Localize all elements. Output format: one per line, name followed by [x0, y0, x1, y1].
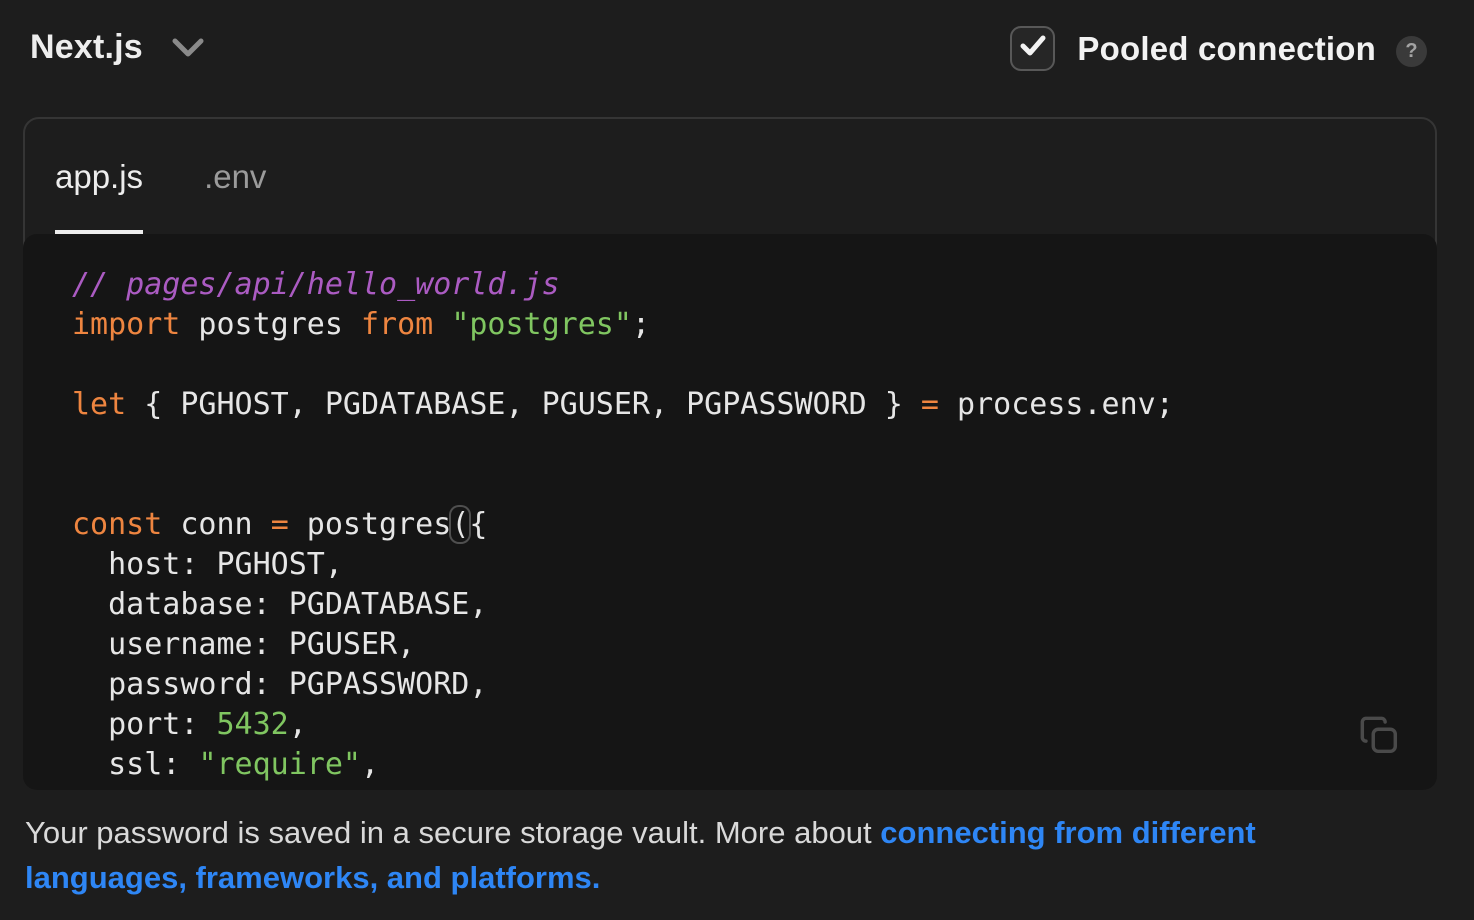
footer-text: Your password is saved in a secure stora…: [25, 815, 880, 850]
code-line: import postgres from "postgres";: [72, 305, 1437, 345]
code-panel: app.js .env // pages/api/hello_world.jsi…: [23, 117, 1437, 790]
footer-note: Your password is saved in a secure stora…: [25, 810, 1297, 900]
code-line: password: PGPASSWORD,: [72, 665, 1437, 705]
tab-strip: app.js .env: [25, 119, 1435, 234]
tab-env[interactable]: .env: [204, 119, 266, 234]
code-line: host: PGHOST,: [72, 545, 1437, 585]
code-line: let { PGHOST, PGDATABASE, PGUSER, PGPASS…: [72, 385, 1437, 425]
framework-selector-value: Next.js: [30, 28, 143, 67]
code-line: const conn = postgres({: [72, 505, 1437, 545]
code-content: // pages/api/hello_world.jsimport postgr…: [23, 234, 1437, 785]
code-line: ssl: "require",: [72, 745, 1437, 785]
tab-label: .env: [204, 158, 266, 196]
checkmark-icon: [1019, 34, 1047, 63]
pooled-connection-label: Pooled connection: [1077, 30, 1376, 68]
pooled-connection-group: Pooled connection ?: [1010, 26, 1427, 71]
code-line: // pages/api/hello_world.js: [72, 265, 1437, 305]
code-block: // pages/api/hello_world.jsimport postgr…: [23, 234, 1437, 790]
help-icon[interactable]: ?: [1396, 36, 1427, 67]
code-line: username: PGUSER,: [72, 625, 1437, 665]
framework-selector[interactable]: Next.js: [30, 28, 205, 67]
chevron-down-icon: [171, 37, 205, 64]
code-line: [72, 425, 1437, 465]
pooled-connection-checkbox[interactable]: [1010, 26, 1055, 71]
code-line: [72, 465, 1437, 505]
copy-icon: [1356, 712, 1402, 761]
copy-button[interactable]: [1355, 712, 1403, 760]
tab-app-js[interactable]: app.js: [55, 119, 143, 234]
code-line: port: 5432,: [72, 705, 1437, 745]
code-line: [72, 345, 1437, 385]
code-line: database: PGDATABASE,: [72, 585, 1437, 625]
tab-label: app.js: [55, 158, 143, 196]
